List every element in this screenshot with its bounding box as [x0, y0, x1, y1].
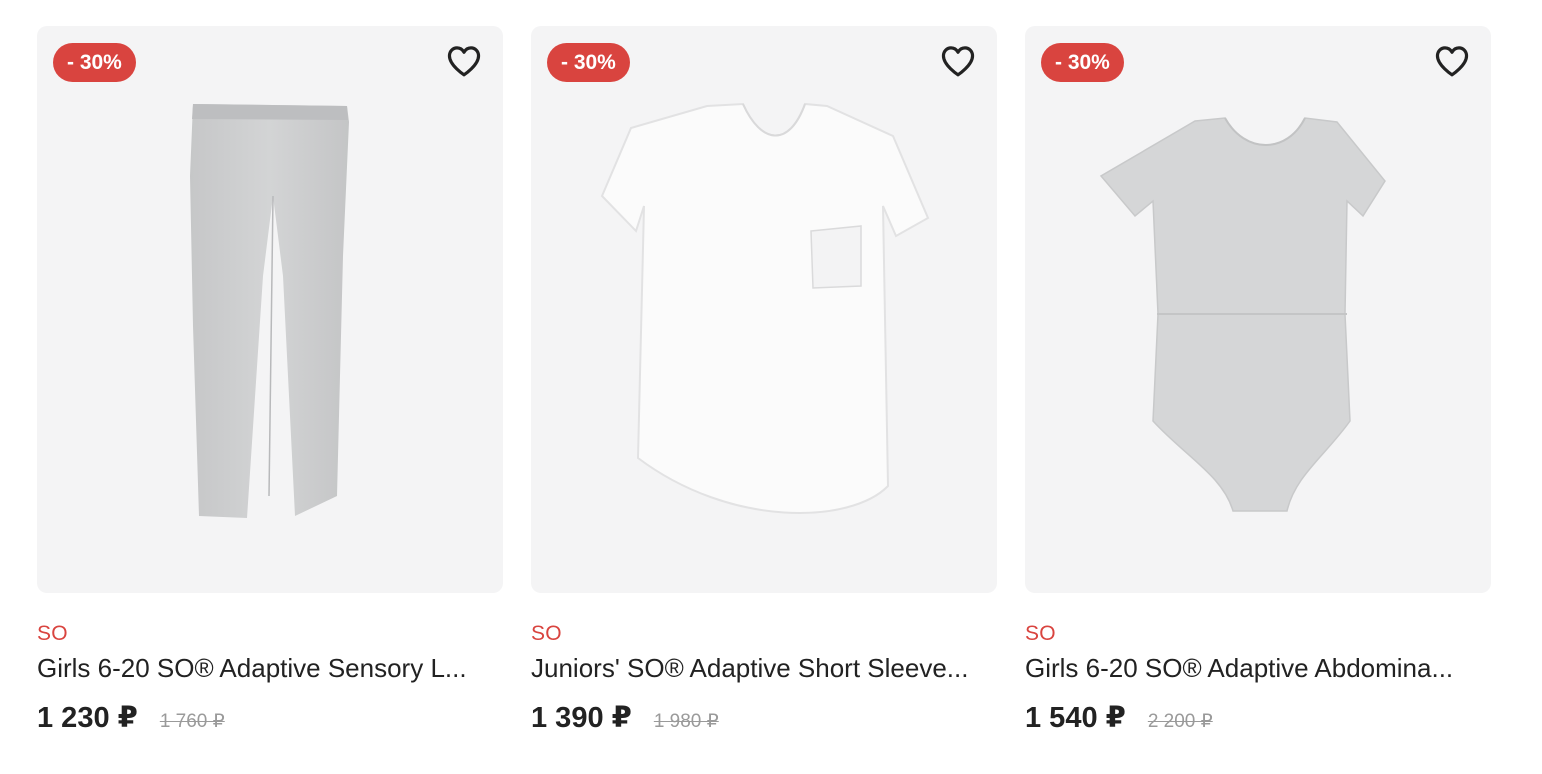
heart-outline-icon — [941, 46, 975, 77]
product-brand[interactable]: SO — [1025, 622, 1491, 646]
product-image-area[interactable]: - 30% — [531, 26, 997, 593]
current-price: 1 390 ₽ — [531, 702, 632, 734]
discount-badge: - 30% — [547, 43, 630, 82]
product-brand[interactable]: SO — [37, 622, 503, 646]
product-title[interactable]: Girls 6-20 SO® Adaptive Sensory L... — [37, 652, 497, 684]
product-image-area[interactable]: - 30% — [1025, 26, 1491, 593]
product-card[interactable]: - 30% SO Girls 6-20 SO® Adaptive Sensory… — [37, 26, 503, 735]
current-price: 1 540 ₽ — [1025, 702, 1126, 734]
old-price: 1 760 ₽ — [159, 711, 225, 732]
heart-outline-icon — [1435, 46, 1469, 77]
favorite-button[interactable] — [1431, 40, 1473, 82]
product-image-leggings — [190, 104, 349, 518]
discount-badge: - 30% — [53, 43, 136, 82]
product-card[interactable]: - 30% SO Juniors' SO® Adaptive Short Sle… — [531, 26, 997, 735]
product-title[interactable]: Juniors' SO® Adaptive Short Sleeve... — [531, 652, 991, 684]
product-image-bodysuit — [1099, 117, 1386, 512]
product-title[interactable]: Girls 6-20 SO® Adaptive Abdomina... — [1025, 652, 1485, 684]
old-price: 2 200 ₽ — [1147, 711, 1213, 732]
price-row: 1 230 ₽ 1 760 ₽ — [37, 700, 503, 735]
price-row: 1 540 ₽ 2 200 ₽ — [1025, 700, 1491, 735]
current-price: 1 230 ₽ — [37, 702, 138, 734]
heart-outline-icon — [447, 46, 481, 77]
price-row: 1 390 ₽ 1 980 ₽ — [531, 700, 997, 735]
discount-badge: - 30% — [1041, 43, 1124, 82]
product-image-t-shirt — [600, 102, 930, 515]
product-grid: - 30% SO Girls 6-20 SO® Adaptive Sensory… — [37, 26, 1491, 735]
favorite-button[interactable] — [443, 40, 485, 82]
favorite-button[interactable] — [937, 40, 979, 82]
product-card[interactable]: - 30% SO Girls 6-20 SO® Adaptive Abdomin… — [1025, 26, 1491, 735]
old-price: 1 980 ₽ — [653, 711, 719, 732]
product-image-area[interactable]: - 30% — [37, 26, 503, 593]
product-brand[interactable]: SO — [531, 622, 997, 646]
